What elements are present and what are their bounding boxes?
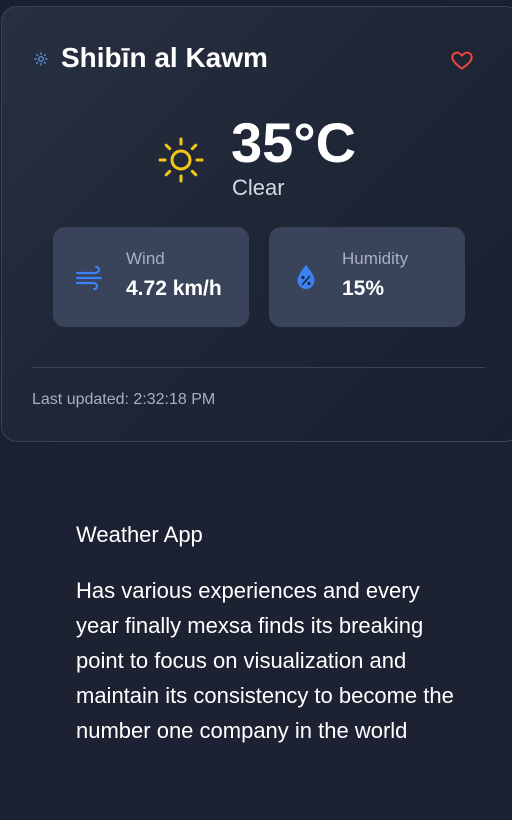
about-title: Weather App [76, 522, 203, 547]
humidity-value: 15% [342, 277, 385, 300]
humidity-label: Humidity [342, 249, 409, 268]
about-description: Has various experiences and every year f… [76, 578, 454, 743]
sun-icon [34, 52, 48, 66]
wind-value: 4.72 km/h [126, 277, 222, 300]
wind-stat-card: Wind 4.72 km/h [53, 227, 249, 327]
page: Shibīn al Kawm 35°C Clear Wind 4.72 km/h [0, 0, 512, 820]
city-name: Shibīn al Kawm [61, 42, 268, 73]
wind-icon [75, 265, 103, 291]
heart-icon[interactable] [450, 48, 474, 72]
wind-label: Wind [126, 249, 165, 268]
last-updated: Last updated: 2:32:18 PM [32, 391, 216, 408]
condition-text: Clear [232, 175, 285, 200]
humidity-stat-card: Humidity 15% [269, 227, 465, 327]
divider [32, 367, 485, 368]
sun-icon [158, 137, 204, 183]
temperature: 35°C [231, 111, 357, 174]
humidity-drop-icon [297, 265, 315, 289]
